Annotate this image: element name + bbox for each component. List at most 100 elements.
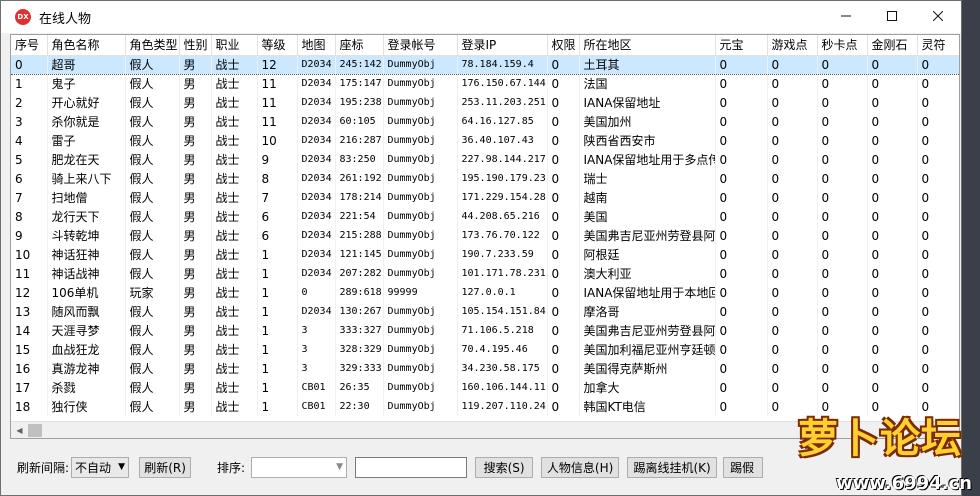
search-button[interactable]: 搜索(S) xyxy=(475,456,534,478)
column-header[interactable]: 灵符 xyxy=(917,35,959,56)
table-cell: 0 xyxy=(547,302,580,321)
table-cell: 333:327 xyxy=(335,321,384,340)
close-button[interactable] xyxy=(915,1,961,31)
table-cell: 0 xyxy=(547,188,580,207)
column-header[interactable]: 游戏点 xyxy=(767,35,818,56)
table-cell: 0 xyxy=(767,226,818,245)
column-header[interactable]: 地图 xyxy=(297,35,336,56)
table-cell: 0 xyxy=(547,321,580,340)
column-header[interactable]: 登录IP xyxy=(457,35,548,56)
table-cell: 0 xyxy=(917,112,959,131)
watermark: 萝卜论坛 www.6994.cn xyxy=(740,396,980,496)
table-row[interactable]: 5 肥龙在天 假人男战士 9 D2034 83:250 DummyObj 227.98.144… xyxy=(11,150,959,169)
table-cell: 0 xyxy=(715,226,768,245)
column-header[interactable]: 角色类型 xyxy=(125,35,180,56)
table-cell: 0 xyxy=(715,112,768,131)
table-row[interactable]: 4 雷子 假人男战士 10 D2034 216:287 DummyObj 36.40.107.… xyxy=(11,131,959,150)
table-cell: 3 xyxy=(297,359,336,378)
table-cell: 杀戮 xyxy=(47,378,126,397)
table-cell: 190.7.233.59 xyxy=(457,245,548,264)
column-header[interactable]: 座标 xyxy=(335,35,384,56)
table-cell: 0 xyxy=(715,283,768,302)
table-cell: 70.4.195.46 xyxy=(457,340,548,359)
minimize-button[interactable] xyxy=(823,1,869,31)
table-row[interactable]: 3 杀你就是 假人男战士 11 D2034 60:105 DummyObj 64.16.127… xyxy=(11,112,959,131)
table-cell: 178:214 xyxy=(335,188,384,207)
table-cell: 1 xyxy=(257,321,298,340)
table-row[interactable]: 14 天涯寻梦 假人男战士 1 3 333:327 DummyObj 71.106.5.218… xyxy=(11,321,959,340)
table-row[interactable]: 13 随风而飘 假人男战士 1 D2034 130:267 DummyObj 105.154.… xyxy=(11,302,959,321)
sort-label: 排序: xyxy=(217,460,246,475)
table-cell: DummyObj xyxy=(383,169,458,188)
table-cell: 假人 xyxy=(125,245,180,264)
table-cell: DummyObj xyxy=(383,264,458,283)
table-cell: 假人 xyxy=(125,131,180,150)
table-row[interactable]: 9 斗转乾坤 假人男战士 6 D2034 215:288 DummyObj 173.76.70… xyxy=(11,226,959,245)
players-grid[interactable]: 序号 角色名称 角色类型 性别 职业 等级 地图 座标 登录帐号 登录IP 权限 所在地区 元宝 游戏点秒… xyxy=(10,34,960,439)
table-cell: 0 xyxy=(767,74,818,93)
table-cell: 0 xyxy=(715,188,768,207)
table-cell: 0 xyxy=(767,302,818,321)
search-input[interactable] xyxy=(355,456,468,478)
table-cell: 60:105 xyxy=(335,112,384,131)
table-cell: 男 xyxy=(179,245,212,264)
table-cell: 44.208.65.216 xyxy=(457,207,548,226)
kick-offline-button[interactable]: 踢离线挂机(K) xyxy=(627,456,718,478)
table-cell: 0 xyxy=(715,245,768,264)
table-cell: 0 xyxy=(547,74,580,93)
column-header[interactable]: 性别 xyxy=(179,35,212,56)
table-cell: 15 xyxy=(11,340,48,359)
maximize-button[interactable] xyxy=(869,1,915,31)
table-row[interactable]: 12 106单机 玩家男战士 1 0 289:618 99999 127.0.0.1 0 IANA… xyxy=(11,283,959,302)
refresh-interval-select[interactable]: 不自动 ▼ xyxy=(71,456,130,478)
table-cell: 0 xyxy=(767,359,818,378)
table-cell: 陕西省西安市 xyxy=(579,131,716,150)
column-header[interactable]: 金刚石 xyxy=(867,35,918,56)
column-header[interactable]: 登录帐号 xyxy=(383,35,458,56)
table-cell: 0 xyxy=(867,207,918,226)
table-cell: 土耳其 xyxy=(579,54,716,75)
table-cell: 战士 xyxy=(211,302,258,321)
table-cell: 6 xyxy=(257,226,298,245)
table-cell: 0 xyxy=(917,169,959,188)
refresh-button[interactable]: 刷新(R) xyxy=(139,456,192,478)
table-row[interactable]: 16 真游龙神 假人男战士 1 3 329:333 DummyObj 34.230.58.17… xyxy=(11,359,959,378)
table-cell: 0 xyxy=(867,74,918,93)
table-row[interactable]: 11 神话战神 假人男战士 1 D2034 207:282 DummyObj 101.171.… xyxy=(11,264,959,283)
table-row[interactable]: 15 血战狂龙 假人男战士 1 3 328:329 DummyObj 70.4.195.46 0… xyxy=(11,340,959,359)
table-cell: 0 xyxy=(817,245,868,264)
table-row[interactable]: 7 扫地僧 假人男战士 7 D2034 178:214 DummyObj 171.229.15… xyxy=(11,188,959,207)
table-row[interactable]: 0 超哥 假人男战士 12 D2034 245:142 DummyObj 78.184.159… xyxy=(11,54,959,75)
table-cell: 0 xyxy=(767,245,818,264)
sort-select[interactable]: ▼ xyxy=(251,456,348,478)
column-header[interactable]: 秒卡点 xyxy=(817,35,868,56)
table-cell: 男 xyxy=(179,112,212,131)
column-header[interactable]: 职业 xyxy=(211,35,258,56)
table-cell: 0 xyxy=(817,321,868,340)
table-row[interactable]: 8 龙行天下 假人男战士 6 D2034 221:54 DummyObj 44.208.65.… xyxy=(11,207,959,226)
player-info-button[interactable]: 人物信息(H) xyxy=(541,456,620,478)
table-cell: 0 xyxy=(715,378,768,397)
table-cell: 1 xyxy=(257,397,298,416)
column-header[interactable]: 角色名称 xyxy=(47,35,126,56)
table-row[interactable]: 2 开心就好 假人男战士 11 D2034 195:238 DummyObj 253.11.2… xyxy=(11,93,959,112)
table-cell: 0 xyxy=(817,283,868,302)
table-row[interactable]: 10 神话狂神 假人男战士 1 D2034 121:145 DummyObj 190.7.23… xyxy=(11,245,959,264)
table-cell: 0 xyxy=(867,54,918,75)
scroll-thumb[interactable] xyxy=(28,423,42,437)
table-cell: 14 xyxy=(11,321,48,340)
column-header[interactable]: 序号 xyxy=(11,35,48,56)
column-header[interactable]: 等级 xyxy=(257,35,298,56)
column-header[interactable]: 所在地区 xyxy=(579,35,716,56)
table-cell: 11 xyxy=(257,93,298,112)
table-row[interactable]: 17 杀戮 假人男战士 1 CB01 26:35 DummyObj 160.106.144.1… xyxy=(11,378,959,397)
column-header[interactable]: 元宝 xyxy=(715,35,768,56)
table-cell: IANA保留地址用于本地回 xyxy=(579,283,716,302)
table-cell: 0 xyxy=(817,150,868,169)
table-row[interactable]: 6 骑上来八下 假人男战士 8 D2034 261:192 DummyObj 195.190.… xyxy=(11,169,959,188)
column-header[interactable]: 权限 xyxy=(547,35,580,56)
title-bar[interactable]: DX 在线人物 xyxy=(1,1,961,33)
scroll-left-icon[interactable]: ◀ xyxy=(11,422,28,439)
table-row[interactable]: 1 鬼子 假人男战士 11 D2034 175:147 DummyObj 176.150.67… xyxy=(11,74,959,93)
table-cell: 0 xyxy=(917,150,959,169)
